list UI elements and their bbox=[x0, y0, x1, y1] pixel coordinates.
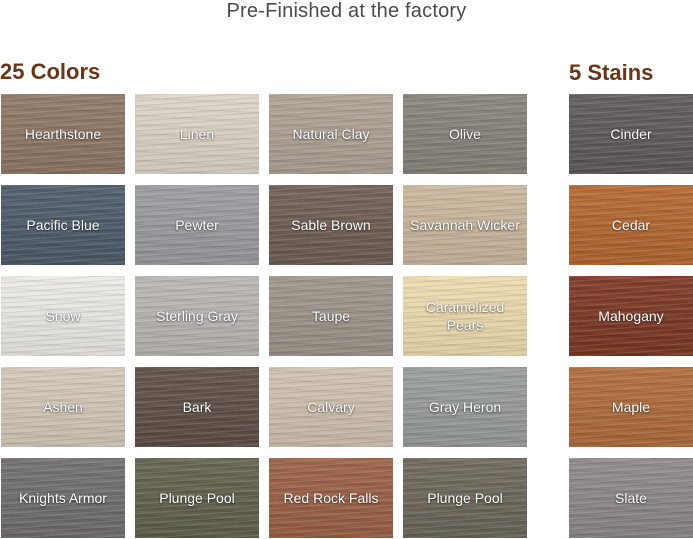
stain-swatch[interactable]: Slate bbox=[569, 458, 693, 538]
stain-swatch-label: Mahogany bbox=[598, 308, 664, 324]
color-swatch[interactable]: Sable Brown bbox=[269, 185, 393, 265]
color-swatch[interactable]: Plunge Pool bbox=[135, 458, 259, 538]
color-swatch-label: Ashen bbox=[43, 399, 83, 415]
color-swatch-label: Calvary bbox=[307, 399, 355, 415]
stain-swatch[interactable]: Cedar bbox=[569, 185, 693, 265]
stain-swatch[interactable]: Mahogany bbox=[569, 276, 693, 356]
color-swatch-label: Plunge Pool bbox=[427, 490, 503, 506]
color-swatch-label: Taupe bbox=[311, 308, 351, 324]
color-swatch-label: Gray Heron bbox=[428, 399, 502, 415]
color-swatch-label: Snow bbox=[45, 308, 81, 324]
color-swatch-label: Hearthstone bbox=[24, 126, 102, 142]
color-swatch-label: Plunge Pool bbox=[159, 490, 235, 506]
color-swatch[interactable]: Calvary bbox=[269, 367, 393, 447]
color-swatch[interactable]: Natural Clay bbox=[269, 94, 393, 174]
color-swatch[interactable]: Olive bbox=[403, 94, 527, 174]
color-swatch[interactable]: Savannah Wicker bbox=[403, 185, 527, 265]
color-swatch[interactable]: Taupe bbox=[269, 276, 393, 356]
color-swatch[interactable]: Caramelized Pears bbox=[403, 276, 527, 356]
color-swatch[interactable]: Bark bbox=[135, 367, 259, 447]
color-swatch-label: Sable Brown bbox=[291, 217, 371, 233]
color-swatch-label: Knights Armor bbox=[19, 490, 107, 506]
color-swatch[interactable]: Red Rock Falls bbox=[269, 458, 393, 538]
color-swatch-label: Pacific Blue bbox=[26, 217, 100, 233]
stains-heading: 5 Stains bbox=[569, 60, 654, 85]
stain-swatch-label: Cedar bbox=[611, 217, 651, 233]
color-swatch-label: Savannah Wicker bbox=[410, 217, 520, 233]
stain-swatch[interactable]: Maple bbox=[569, 367, 693, 447]
color-swatch-label: Linen bbox=[179, 126, 215, 142]
stain-swatch-label: Slate bbox=[615, 490, 647, 506]
stain-swatch-label: Maple bbox=[611, 399, 651, 415]
color-swatch[interactable]: Ashen bbox=[1, 367, 125, 447]
color-swatch[interactable]: Hearthstone bbox=[1, 94, 125, 174]
color-swatch[interactable]: Sterling Gray bbox=[135, 276, 259, 356]
color-swatch[interactable]: Pewter bbox=[135, 185, 259, 265]
color-swatch[interactable]: Gray Heron bbox=[403, 367, 527, 447]
color-swatch-label: Sterling Gray bbox=[156, 308, 238, 324]
page-title: Pre-Finished at the factory bbox=[226, 0, 467, 22]
color-swatch[interactable]: Plunge Pool bbox=[403, 458, 527, 538]
color-swatch-label: Caramelized Pears bbox=[425, 299, 505, 333]
stain-swatch[interactable]: Cinder bbox=[569, 94, 693, 174]
stain-swatch-label: Cinder bbox=[610, 126, 652, 142]
color-swatch-label: Olive bbox=[449, 126, 481, 142]
colors-heading: 25 Colors bbox=[0, 59, 101, 84]
color-swatch[interactable]: Linen bbox=[135, 94, 259, 174]
color-swatch[interactable]: Knights Armor bbox=[1, 458, 125, 538]
color-swatch-label: Pewter bbox=[175, 217, 219, 233]
color-swatch-label: Red Rock Falls bbox=[283, 490, 379, 506]
color-swatch[interactable]: Pacific Blue bbox=[1, 185, 125, 265]
color-swatch-label: Natural Clay bbox=[292, 126, 370, 142]
color-swatch[interactable]: Snow bbox=[1, 276, 125, 356]
color-swatch-label: Bark bbox=[182, 399, 212, 415]
